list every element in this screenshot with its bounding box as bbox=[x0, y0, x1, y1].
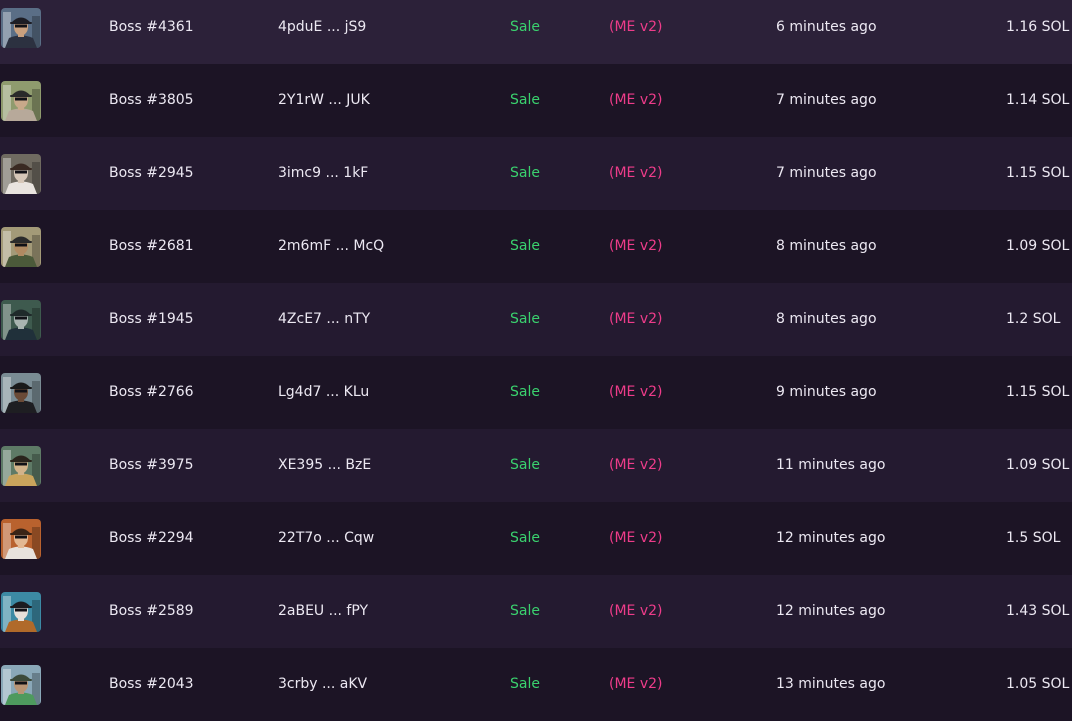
marketplace-label: (ME v2) bbox=[609, 603, 663, 619]
marketplace-label: (ME v2) bbox=[609, 311, 663, 327]
marketplace-label: (ME v2) bbox=[609, 676, 663, 692]
table-row[interactable]: Boss #2294 22T7o ... Cqw Sale (ME v2) 12… bbox=[0, 502, 1072, 575]
nft-thumbnail-icon[interactable] bbox=[1, 373, 41, 413]
transaction-type: Sale bbox=[510, 19, 540, 35]
sale-price: 1.09 SOL bbox=[1006, 457, 1070, 473]
buyer-address-link[interactable]: 2m6mF ... McQ bbox=[278, 210, 384, 283]
nft-name[interactable]: Boss #1945 bbox=[109, 283, 194, 356]
transaction-time: 8 minutes ago bbox=[776, 311, 877, 327]
transaction-type: Sale bbox=[510, 384, 540, 400]
sale-price: 1.15 SOL bbox=[1006, 384, 1070, 400]
sale-price: 1.16 SOL bbox=[1006, 19, 1070, 35]
transaction-time: 6 minutes ago bbox=[776, 19, 877, 35]
transaction-type: Sale bbox=[510, 603, 540, 619]
buyer-address-link[interactable]: Lg4d7 ... KLu bbox=[278, 356, 369, 429]
transaction-type: Sale bbox=[510, 165, 540, 181]
transaction-time: 7 minutes ago bbox=[776, 165, 877, 181]
buyer-address-link[interactable]: 2Y1rW ... JUK bbox=[278, 64, 370, 137]
nft-name[interactable]: Boss #3805 bbox=[109, 64, 194, 137]
transaction-type: Sale bbox=[510, 238, 540, 254]
marketplace-label: (ME v2) bbox=[609, 384, 663, 400]
transaction-time: 8 minutes ago bbox=[776, 238, 877, 254]
table-row[interactable]: Boss #3805 2Y1rW ... JUK Sale (ME v2) 7 … bbox=[0, 64, 1072, 137]
sale-price: 1.14 SOL bbox=[1006, 92, 1070, 108]
table-row[interactable]: Boss #2681 2m6mF ... McQ Sale (ME v2) 8 … bbox=[0, 210, 1072, 283]
marketplace-label: (ME v2) bbox=[609, 19, 663, 35]
marketplace-label: (ME v2) bbox=[609, 165, 663, 181]
buyer-address-link[interactable]: 22T7o ... Cqw bbox=[278, 502, 374, 575]
transaction-time: 12 minutes ago bbox=[776, 603, 886, 619]
marketplace-label: (ME v2) bbox=[609, 530, 663, 546]
nft-name[interactable]: Boss #2294 bbox=[109, 502, 194, 575]
nft-thumbnail-icon[interactable] bbox=[1, 8, 41, 48]
nft-thumbnail-icon[interactable] bbox=[1, 592, 41, 632]
transaction-type: Sale bbox=[510, 676, 540, 692]
sale-price: 1.09 SOL bbox=[1006, 238, 1070, 254]
sale-price: 1.2 SOL bbox=[1006, 311, 1061, 327]
buyer-address-link[interactable]: 2aBEU ... fPY bbox=[278, 575, 368, 648]
nft-thumbnail-icon[interactable] bbox=[1, 665, 41, 705]
nft-thumbnail-icon[interactable] bbox=[1, 227, 41, 267]
buyer-address-link[interactable]: 4ZcE7 ... nTY bbox=[278, 283, 370, 356]
nft-name[interactable]: Boss #2043 bbox=[109, 648, 194, 721]
nft-thumbnail-icon[interactable] bbox=[1, 446, 41, 486]
transaction-type: Sale bbox=[510, 92, 540, 108]
transaction-time: 9 minutes ago bbox=[776, 384, 877, 400]
transaction-type: Sale bbox=[510, 530, 540, 546]
table-row[interactable]: Boss #3975 XE395 ... BzE Sale (ME v2) 11… bbox=[0, 429, 1072, 502]
sale-price: 1.05 SOL bbox=[1006, 676, 1070, 692]
buyer-address-link[interactable]: 3imc9 ... 1kF bbox=[278, 137, 368, 210]
transaction-type: Sale bbox=[510, 311, 540, 327]
marketplace-label: (ME v2) bbox=[609, 457, 663, 473]
nft-thumbnail-icon[interactable] bbox=[1, 154, 41, 194]
transaction-time: 13 minutes ago bbox=[776, 676, 886, 692]
transaction-time: 11 minutes ago bbox=[776, 457, 886, 473]
transaction-time: 7 minutes ago bbox=[776, 92, 877, 108]
marketplace-label: (ME v2) bbox=[609, 92, 663, 108]
table-row[interactable]: Boss #2945 3imc9 ... 1kF Sale (ME v2) 7 … bbox=[0, 137, 1072, 210]
marketplace-label: (ME v2) bbox=[609, 238, 663, 254]
table-row[interactable]: Boss #2043 3crby ... aKV Sale (ME v2) 13… bbox=[0, 648, 1072, 721]
sale-price: 1.5 SOL bbox=[1006, 530, 1061, 546]
nft-name[interactable]: Boss #2681 bbox=[109, 210, 194, 283]
nft-thumbnail-icon[interactable] bbox=[1, 519, 41, 559]
nft-thumbnail-icon[interactable] bbox=[1, 81, 41, 121]
transaction-time: 12 minutes ago bbox=[776, 530, 886, 546]
transaction-type: Sale bbox=[510, 457, 540, 473]
sale-price: 1.15 SOL bbox=[1006, 165, 1070, 181]
nft-name[interactable]: Boss #3975 bbox=[109, 429, 194, 502]
nft-name[interactable]: Boss #2945 bbox=[109, 137, 194, 210]
nft-name[interactable]: Boss #4361 bbox=[109, 0, 194, 64]
table-row[interactable]: Boss #1945 4ZcE7 ... nTY Sale (ME v2) 8 … bbox=[0, 283, 1072, 356]
buyer-address-link[interactable]: 3crby ... aKV bbox=[278, 648, 367, 721]
sale-price: 1.43 SOL bbox=[1006, 603, 1070, 619]
sales-activity-table: Boss #4361 4pduE ... jS9 Sale (ME v2) 6 … bbox=[0, 0, 1072, 721]
table-row[interactable]: Boss #4361 4pduE ... jS9 Sale (ME v2) 6 … bbox=[0, 0, 1072, 64]
buyer-address-link[interactable]: XE395 ... BzE bbox=[278, 429, 371, 502]
buyer-address-link[interactable]: 4pduE ... jS9 bbox=[278, 0, 366, 64]
nft-name[interactable]: Boss #2766 bbox=[109, 356, 194, 429]
table-row[interactable]: Boss #2766 Lg4d7 ... KLu Sale (ME v2) 9 … bbox=[0, 356, 1072, 429]
table-row[interactable]: Boss #2589 2aBEU ... fPY Sale (ME v2) 12… bbox=[0, 575, 1072, 648]
nft-name[interactable]: Boss #2589 bbox=[109, 575, 194, 648]
nft-thumbnail-icon[interactable] bbox=[1, 300, 41, 340]
